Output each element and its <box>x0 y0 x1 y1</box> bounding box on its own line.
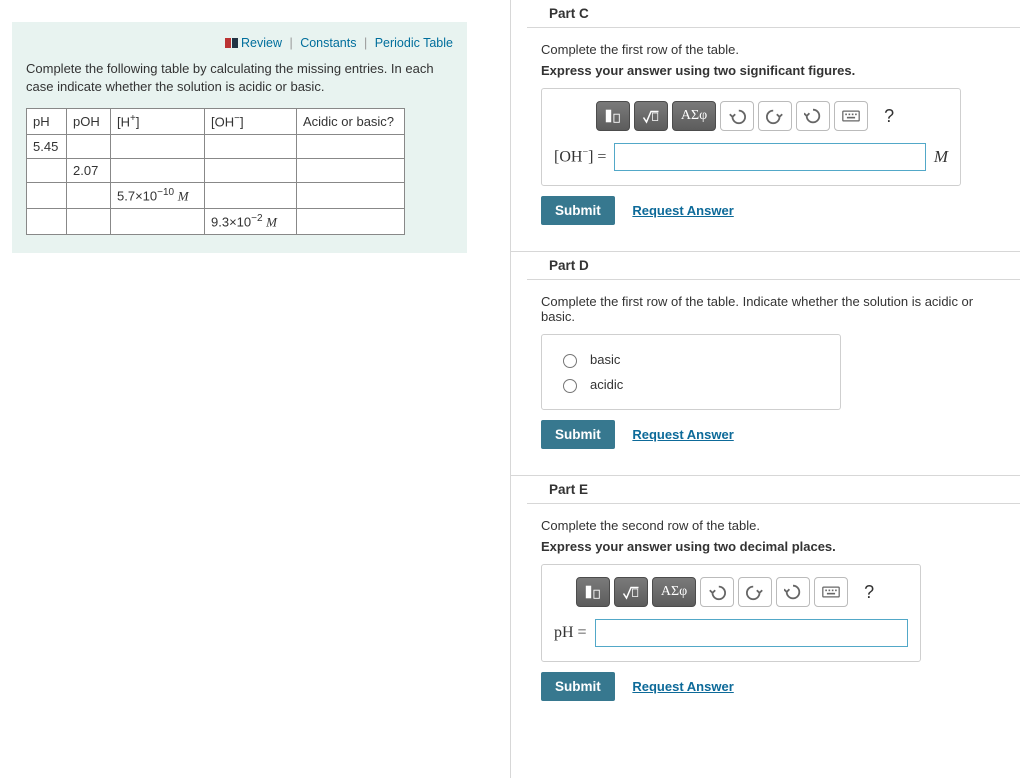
redo-icon[interactable] <box>758 101 792 131</box>
cell <box>297 209 405 235</box>
cell <box>297 158 405 182</box>
part-d-body: Complete the first row of the table. Ind… <box>511 280 1020 469</box>
var-label: pH = <box>554 624 587 642</box>
cell <box>111 158 205 182</box>
redo-icon[interactable] <box>738 577 772 607</box>
col-oh: [OH−] <box>205 109 297 134</box>
undo-icon[interactable] <box>720 101 754 131</box>
cell <box>205 158 297 182</box>
var-label: [OH−] = <box>554 147 606 166</box>
template-icon[interactable] <box>596 101 630 131</box>
reset-icon[interactable] <box>796 101 830 131</box>
template-icon[interactable] <box>576 577 610 607</box>
cell: 5.7×10−10 M <box>111 182 205 208</box>
table-row: 5.7×10−10 M <box>27 182 405 208</box>
answer-input[interactable] <box>614 143 925 171</box>
table-header-row: pH pOH [H+] [OH−] Acidic or basic? <box>27 109 405 134</box>
answer-row: pH = <box>554 619 908 647</box>
cell <box>111 209 205 235</box>
toolbar: ΑΣφ ? <box>554 577 908 607</box>
answer-row: [OH−] = M <box>554 143 948 171</box>
request-answer-link[interactable]: Request Answer <box>632 203 733 218</box>
top-links: Review | Constants | Periodic Table <box>26 36 453 50</box>
cell <box>27 209 67 235</box>
part-d-prompt: Complete the first row of the table. Ind… <box>541 294 1010 324</box>
instructions-text: Complete the following table by calculat… <box>26 60 453 96</box>
table-row: 5.45 <box>27 134 405 158</box>
cell: 9.3×10−2 M <box>205 209 297 235</box>
col-ph: pH <box>27 109 67 134</box>
col-state: Acidic or basic? <box>297 109 405 134</box>
greek-button[interactable]: ΑΣφ <box>652 577 696 607</box>
periodic-table-link[interactable]: Periodic Table <box>375 36 453 50</box>
flag-icon <box>224 37 238 47</box>
part-c-title: Part C <box>549 6 589 21</box>
table-row: 2.07 <box>27 158 405 182</box>
request-answer-link[interactable]: Request Answer <box>632 427 733 442</box>
submit-row: Submit Request Answer <box>541 420 1010 449</box>
cell <box>27 182 67 208</box>
radio-basic[interactable] <box>563 354 577 368</box>
constants-link[interactable]: Constants <box>300 36 356 50</box>
submit-row: Submit Request Answer <box>541 196 1010 225</box>
part-c-prompt2: Express your answer using two significan… <box>541 63 1010 78</box>
separator: | <box>360 36 371 50</box>
cell <box>27 158 67 182</box>
cell <box>297 134 405 158</box>
cell <box>67 182 111 208</box>
radical-icon[interactable] <box>634 101 668 131</box>
part-d-header[interactable]: Part D <box>511 252 1020 280</box>
submit-button[interactable]: Submit <box>541 420 615 449</box>
part-c-prompt1: Complete the first row of the table. <box>541 42 1010 57</box>
reset-icon[interactable] <box>776 577 810 607</box>
greek-button[interactable]: ΑΣφ <box>672 101 716 131</box>
cell <box>111 134 205 158</box>
part-d-title: Part D <box>549 258 589 273</box>
keyboard-icon[interactable] <box>834 101 868 131</box>
part-c-answer-box: ΑΣφ ? [OH−] = M <box>541 88 961 186</box>
col-h: [H+] <box>111 109 205 134</box>
submit-button[interactable]: Submit <box>541 672 615 701</box>
cell: 5.45 <box>27 134 67 158</box>
unit-label: M <box>934 147 948 167</box>
cell <box>67 209 111 235</box>
help-icon[interactable]: ? <box>852 577 886 607</box>
cell <box>205 134 297 158</box>
radical-icon[interactable] <box>614 577 648 607</box>
toolbar: ΑΣφ ? <box>554 101 948 131</box>
request-answer-link[interactable]: Request Answer <box>632 679 733 694</box>
keyboard-icon[interactable] <box>814 577 848 607</box>
radio-option-acidic[interactable]: acidic <box>558 372 824 397</box>
part-c-header[interactable]: Part C <box>511 0 1020 28</box>
submit-button[interactable]: Submit <box>541 196 615 225</box>
radio-label: basic <box>590 352 620 367</box>
part-c-body: Complete the first row of the table. Exp… <box>511 28 1020 245</box>
cell <box>205 182 297 208</box>
radio-acidic[interactable] <box>563 379 577 393</box>
part-e-prompt1: Complete the second row of the table. <box>541 518 1010 533</box>
cell <box>297 182 405 208</box>
review-link[interactable]: Review <box>241 36 282 50</box>
radio-label: acidic <box>590 377 623 392</box>
undo-icon[interactable] <box>700 577 734 607</box>
answer-panel: Part C Complete the first row of the tab… <box>510 0 1020 778</box>
part-e-title: Part E <box>549 482 588 497</box>
part-e-answer-box: ΑΣφ ? pH = <box>541 564 921 662</box>
cell: 2.07 <box>67 158 111 182</box>
separator: | <box>285 36 296 50</box>
problem-panel: Review | Constants | Periodic Table Comp… <box>12 22 467 253</box>
part-e-header[interactable]: Part E <box>511 476 1020 504</box>
part-e-prompt2: Express your answer using two decimal pl… <box>541 539 1010 554</box>
radio-group: basic acidic <box>541 334 841 410</box>
submit-row: Submit Request Answer <box>541 672 1010 701</box>
answer-input[interactable] <box>595 619 908 647</box>
part-e-body: Complete the second row of the table. Ex… <box>511 504 1020 721</box>
data-table: pH pOH [H+] [OH−] Acidic or basic? 5.45 … <box>26 108 405 235</box>
col-poh: pOH <box>67 109 111 134</box>
radio-option-basic[interactable]: basic <box>558 347 824 372</box>
help-icon[interactable]: ? <box>872 101 906 131</box>
table-row: 9.3×10−2 M <box>27 209 405 235</box>
cell <box>67 134 111 158</box>
